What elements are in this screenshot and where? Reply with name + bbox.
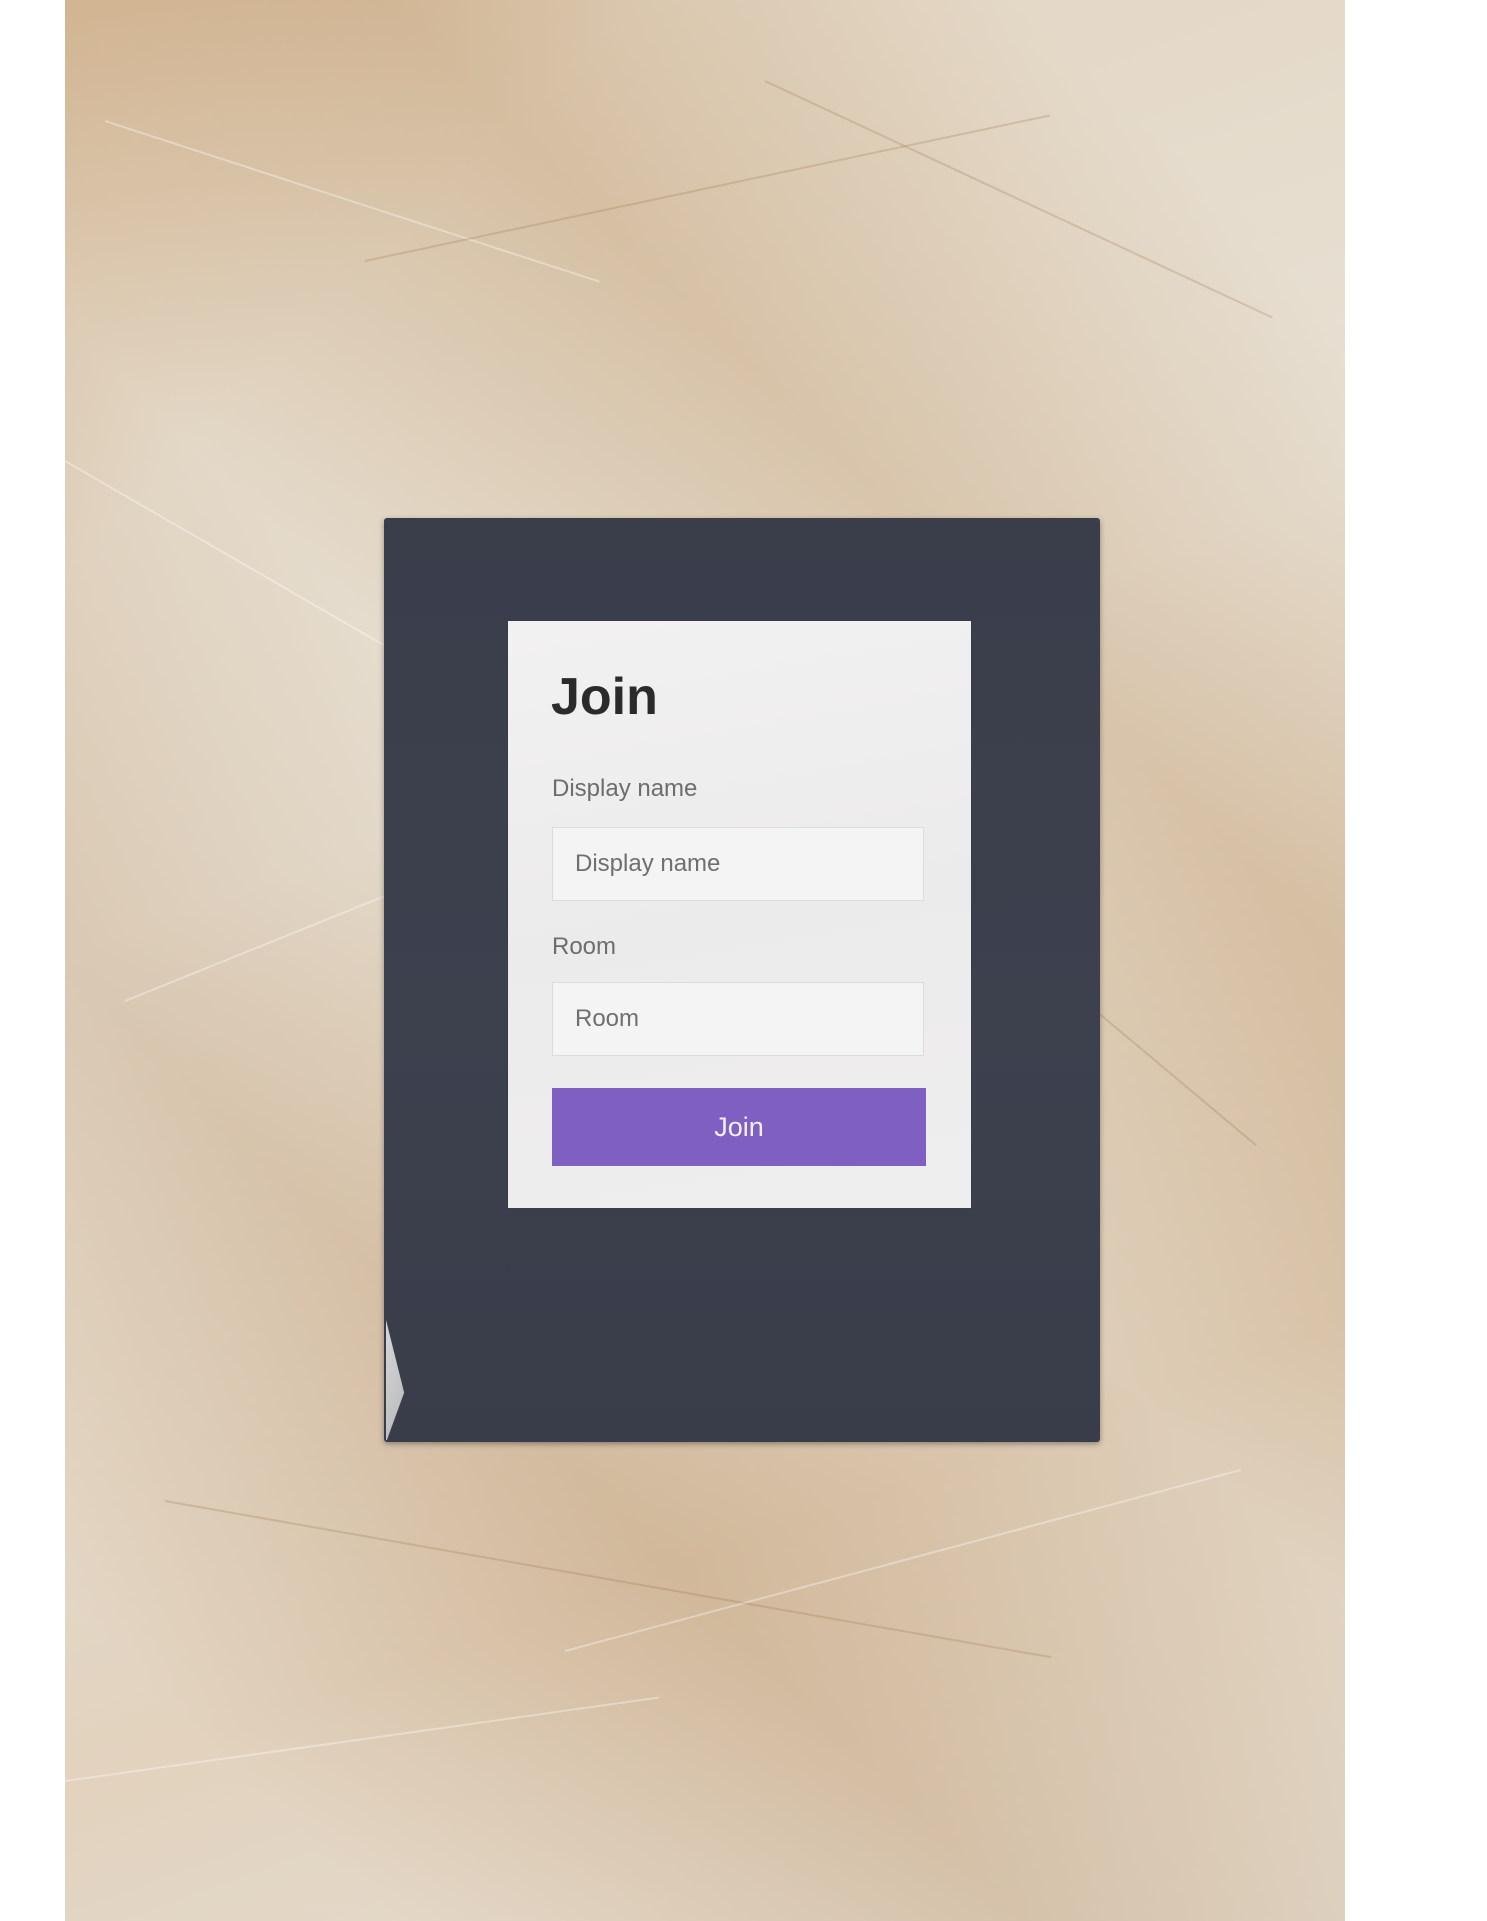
paper-crease <box>104 120 600 283</box>
join-form: Join Display name Room Join <box>508 621 971 1208</box>
paper-crease <box>65 1696 660 1782</box>
paper-crease <box>364 114 1050 262</box>
paper-crease <box>564 1468 1242 1652</box>
join-button[interactable]: Join <box>552 1088 926 1166</box>
room-label: Room <box>552 933 617 960</box>
join-title: Join <box>551 668 658 726</box>
paper-crease <box>164 1500 1052 1659</box>
display-name-input[interactable] <box>552 827 924 901</box>
room-input[interactable] <box>552 982 924 1056</box>
paper-crease <box>764 80 1273 319</box>
display-name-label: Display name <box>552 775 698 802</box>
stage: Join Display name Room Join <box>0 0 1487 1921</box>
